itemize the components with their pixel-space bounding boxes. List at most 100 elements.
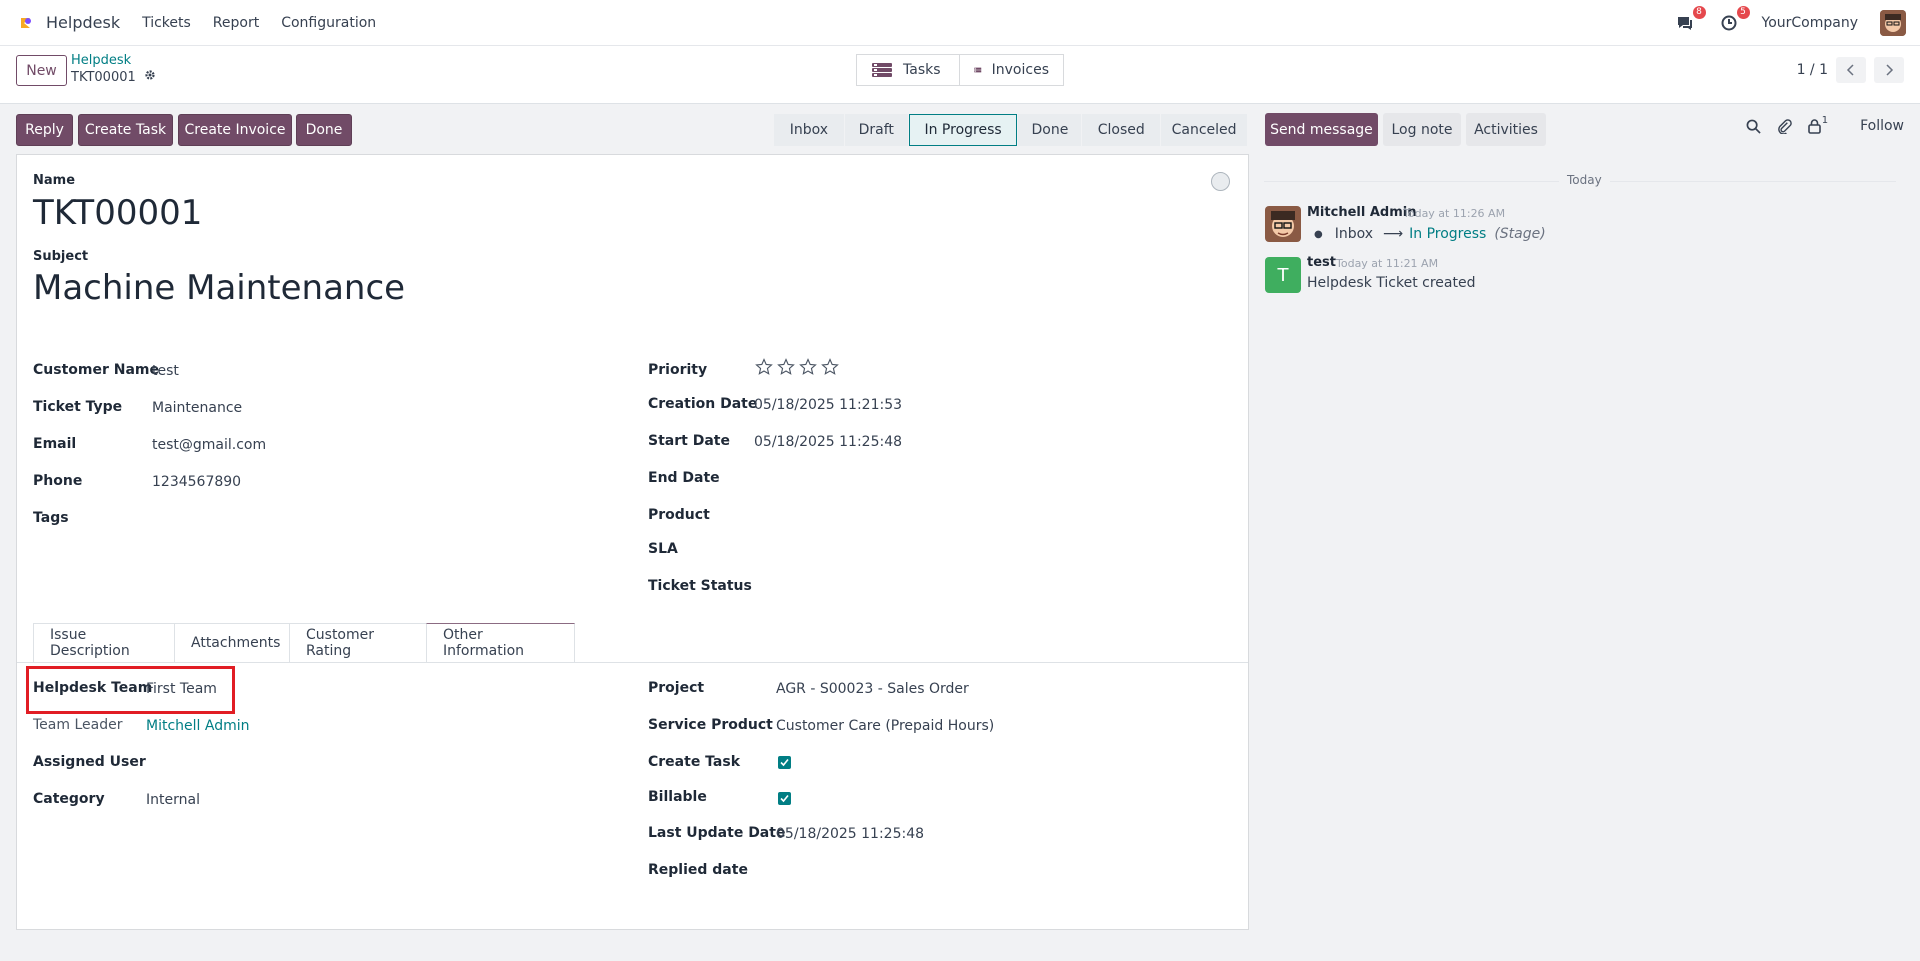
- service-product-field[interactable]: Customer Care (Prepaid Hours): [776, 718, 994, 734]
- reply-button[interactable]: Reply: [16, 114, 73, 146]
- menu-configuration[interactable]: Configuration: [281, 15, 376, 31]
- message-time: Today at 11:21 AM: [1336, 257, 1439, 270]
- ticket-type-field[interactable]: Maintenance: [152, 400, 242, 416]
- start-date-label: Start Date: [648, 433, 730, 449]
- message-author[interactable]: Mitchell Admin: [1307, 205, 1416, 220]
- gear-icon[interactable]: [144, 69, 156, 85]
- send-message-button[interactable]: Send message: [1265, 113, 1378, 146]
- log-note-button[interactable]: Log note: [1383, 113, 1461, 146]
- follow-button[interactable]: Follow: [1860, 118, 1904, 134]
- team-leader-label: Team Leader: [33, 717, 123, 733]
- activities-clock-icon[interactable]: 5: [1718, 6, 1750, 34]
- tab-attachments[interactable]: Attachments: [174, 623, 290, 662]
- pager-previous-button[interactable]: [1836, 57, 1866, 83]
- subject-field[interactable]: Machine Maintenance: [33, 268, 405, 308]
- tasks-smart-button[interactable]: Tasks: [856, 54, 960, 86]
- pager: 1 / 1: [1797, 57, 1904, 83]
- message-author[interactable]: test: [1307, 255, 1336, 270]
- breadcrumb-helpdesk-link[interactable]: Helpdesk: [71, 53, 131, 68]
- user-avatar[interactable]: [1880, 10, 1906, 36]
- stage-done[interactable]: Done: [1018, 114, 1082, 146]
- helpdesk-team-label: Helpdesk Team: [33, 680, 153, 696]
- menu-tickets[interactable]: Tickets: [142, 15, 191, 31]
- day-separator-label: Today: [1559, 173, 1610, 187]
- end-date-label: End Date: [648, 470, 720, 486]
- tracking-value: ● Inbox ⟶ In Progress (Stage): [1314, 226, 1546, 242]
- name-label: Name: [33, 173, 76, 188]
- avatar[interactable]: T: [1265, 257, 1301, 293]
- project-field[interactable]: AGR - S00023 - Sales Order: [776, 681, 969, 697]
- stage-inbox[interactable]: Inbox: [774, 114, 844, 146]
- customer-name-label: Customer Name: [33, 362, 159, 378]
- checkmark-icon: [780, 794, 789, 803]
- tab-divider: [17, 662, 1248, 663]
- tracking-field-name: (Stage): [1494, 226, 1546, 242]
- tags-label: Tags: [33, 510, 69, 526]
- team-leader-link[interactable]: Mitchell Admin: [146, 718, 250, 734]
- chatter-tools: 1 Follow: [1746, 115, 1904, 134]
- helpdesk-app-icon[interactable]: [18, 15, 34, 31]
- service-product-label: Service Product: [648, 717, 773, 733]
- invoices-smart-button[interactable]: Invoices: [960, 54, 1064, 86]
- invoices-label: Invoices: [991, 62, 1049, 78]
- followers-count: 1: [1821, 114, 1829, 126]
- pager-next-button[interactable]: [1874, 57, 1904, 83]
- stage-draft[interactable]: Draft: [844, 114, 908, 146]
- form-sheet: Name TKT00001 Subject Machine Maintenanc…: [16, 154, 1249, 930]
- search-icon[interactable]: [1746, 119, 1761, 134]
- done-button[interactable]: Done: [296, 114, 352, 146]
- ticket-status-label: Ticket Status: [648, 578, 752, 594]
- app-name[interactable]: Helpdesk: [46, 13, 120, 32]
- stage-canceled[interactable]: Canceled: [1161, 114, 1247, 146]
- company-switcher[interactable]: YourCompany: [1762, 15, 1859, 31]
- new-button[interactable]: New: [16, 55, 67, 86]
- tasks-icon: [872, 63, 892, 77]
- tab-customer-rating[interactable]: Customer Rating: [289, 623, 427, 662]
- email-field[interactable]: test@gmail.com: [152, 437, 266, 453]
- create-invoice-button[interactable]: Create Invoice: [178, 114, 292, 146]
- stage-closed[interactable]: Closed: [1082, 114, 1161, 146]
- tab-issue-description[interactable]: Issue Description: [33, 623, 175, 662]
- followers-button[interactable]: 1: [1807, 115, 1828, 134]
- activities-button[interactable]: Activities: [1466, 113, 1546, 146]
- messages-icon[interactable]: 8: [1674, 6, 1706, 34]
- star-icon[interactable]: [821, 358, 839, 376]
- chevron-right-icon: [1886, 64, 1894, 76]
- create-task-checkbox[interactable]: [778, 756, 791, 769]
- star-icon[interactable]: [777, 358, 795, 376]
- create-task-label: Create Task: [648, 754, 741, 770]
- sla-label: SLA: [648, 541, 678, 557]
- breadcrumb-current-label: TKT00001: [71, 69, 136, 85]
- pager-value[interactable]: 1 / 1: [1797, 62, 1828, 78]
- invoices-icon: [974, 67, 982, 73]
- creation-date-label: Creation Date: [648, 396, 758, 412]
- activities-badge: 5: [1736, 6, 1750, 19]
- creation-date-field: 05/18/2025 11:21:53: [754, 397, 903, 413]
- customer-name-field[interactable]: test: [152, 363, 179, 379]
- star-icon[interactable]: [799, 358, 817, 376]
- star-icon[interactable]: [755, 358, 773, 376]
- helpdesk-team-field[interactable]: First Team: [146, 681, 217, 697]
- subject-label: Subject: [33, 249, 89, 264]
- product-label: Product: [648, 507, 710, 523]
- checkmark-icon: [780, 758, 789, 767]
- top-navbar: Helpdesk Tickets Report Configuration 8 …: [0, 0, 1920, 46]
- chevron-left-icon: [1846, 64, 1854, 76]
- notebook-tabs: Issue Description Attachments Customer R…: [33, 623, 575, 662]
- smart-buttons: Tasks Invoices: [856, 54, 1064, 86]
- paperclip-icon[interactable]: [1777, 118, 1792, 134]
- project-label: Project: [648, 680, 705, 696]
- last-update-date-field: 05/18/2025 11:25:48: [776, 826, 925, 842]
- kanban-state-indicator[interactable]: [1211, 172, 1230, 191]
- tab-other-information[interactable]: Other Information: [426, 623, 575, 662]
- start-date-field[interactable]: 05/18/2025 11:25:48: [754, 434, 902, 450]
- avatar[interactable]: [1265, 206, 1301, 242]
- create-task-button[interactable]: Create Task: [78, 114, 173, 146]
- priority-label: Priority: [648, 362, 708, 378]
- stage-in-progress[interactable]: In Progress: [908, 114, 1018, 146]
- phone-field[interactable]: 1234567890: [152, 474, 241, 490]
- menu-report[interactable]: Report: [213, 15, 259, 31]
- category-field[interactable]: Internal: [146, 792, 200, 808]
- ticket-name-field[interactable]: TKT00001: [33, 193, 202, 233]
- billable-checkbox[interactable]: [778, 792, 791, 805]
